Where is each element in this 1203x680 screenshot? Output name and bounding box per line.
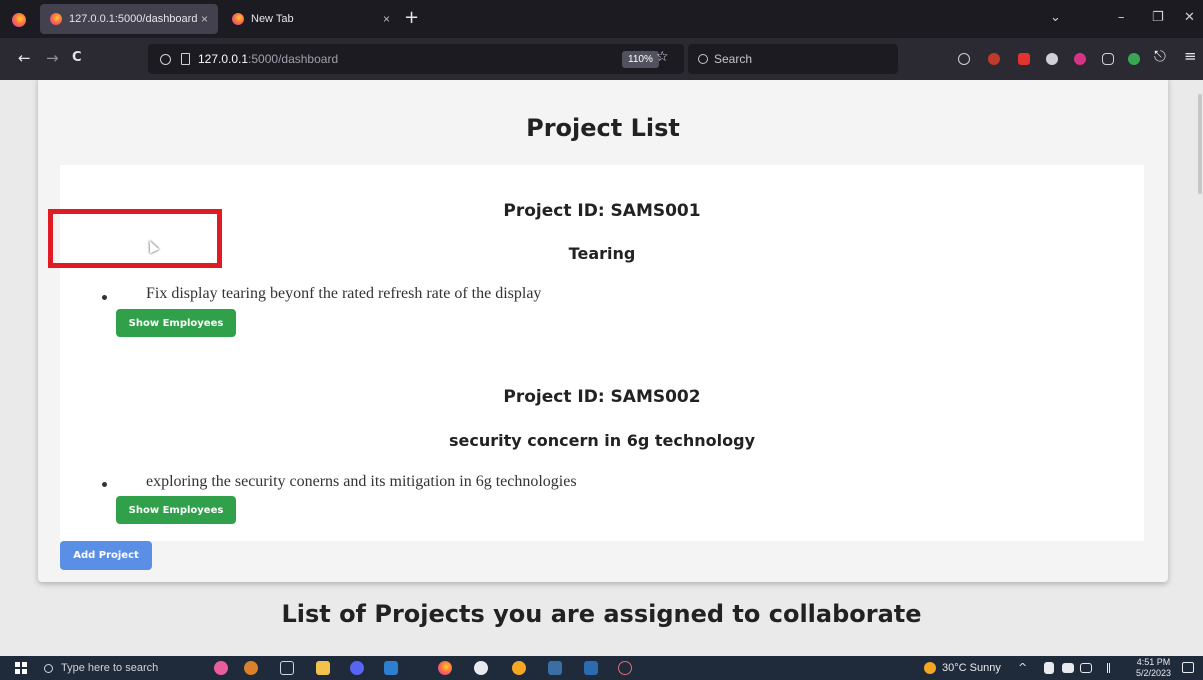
project-description: Fix display tearing beyonf the rated ref… — [146, 285, 542, 302]
discord-icon[interactable] — [350, 661, 364, 675]
menu-icon[interactable]: ≡ — [1184, 48, 1197, 64]
tab-title: 127.0.0.1:5000/dashboard — [69, 13, 198, 25]
collab-section-title: List of Projects you are assigned to col… — [281, 600, 922, 628]
extension-icon[interactable] — [1018, 53, 1030, 65]
back-button[interactable]: ← — [18, 50, 31, 66]
tab-close-icon[interactable]: × — [383, 12, 390, 26]
pocket-icon[interactable] — [958, 53, 970, 65]
page-info-icon[interactable] — [181, 53, 190, 65]
display-icon[interactable] — [1080, 663, 1092, 673]
chrome-icon[interactable] — [618, 661, 632, 675]
project-list-container: Project ID: SAMS001 Tearing Fix display … — [60, 165, 1144, 541]
highlight-box — [48, 209, 222, 268]
tray-expand-icon[interactable]: ^ — [1018, 661, 1027, 674]
browser-nav-bar: ← → C 127.0.0.1 :5000/dashboard 110% ☆ S… — [0, 38, 1203, 80]
app-icon[interactable] — [548, 661, 562, 675]
weather-text: 30°C Sunny — [942, 662, 1001, 674]
network-icon[interactable] — [1062, 663, 1074, 673]
ublock-icon[interactable] — [1074, 53, 1086, 65]
taskbar-search[interactable]: Type here to search — [44, 656, 204, 680]
weather-widget[interactable]: 30°C Sunny — [924, 656, 1001, 680]
powershell-icon[interactable] — [584, 661, 598, 675]
browser-tab-bar: 127.0.0.1:5000/dashboard × New Tab × + ⌄… — [0, 0, 1203, 38]
project-description: exploring the security conerns and its m… — [146, 473, 577, 490]
project-id: Project ID: SAMS001 — [503, 201, 701, 221]
scrollbar-thumb[interactable] — [1198, 94, 1202, 194]
task-view-icon[interactable] — [280, 661, 294, 675]
close-window-button[interactable]: ✕ — [1184, 10, 1195, 25]
flower-widget-icon[interactable] — [244, 661, 258, 675]
search-icon — [44, 663, 53, 673]
clock-time: 4:51 PM — [1136, 657, 1171, 667]
clock-date: 5/2/2023 — [1136, 668, 1172, 678]
search-bar[interactable]: Search — [688, 44, 898, 74]
minimize-button[interactable]: – — [1118, 10, 1125, 25]
project-name: Tearing — [568, 244, 636, 263]
forward-button[interactable]: → — [46, 50, 59, 66]
page-title: Project List — [526, 114, 680, 142]
address-bar[interactable]: 127.0.0.1 :5000/dashboard — [148, 44, 684, 74]
url-host: 127.0.0.1 — [198, 52, 249, 66]
page-scrollbar[interactable] — [1197, 80, 1203, 656]
list-all-tabs-icon[interactable]: ⌄ — [1050, 10, 1061, 25]
extension-icon[interactable] — [1046, 53, 1058, 65]
list-bullet — [102, 295, 107, 300]
project-list-card: Project List Project ID: SAMS001 Tearing… — [38, 80, 1168, 582]
flower-widget-icon[interactable] — [214, 661, 228, 675]
firefox-taskbar-icon[interactable] — [438, 661, 452, 675]
volume-icon[interactable] — [1098, 663, 1110, 673]
notification-icon[interactable] — [1182, 662, 1194, 673]
windows-taskbar: Type here to search 30°C Sunny ^ 4:51 PM… — [0, 656, 1203, 680]
show-employees-button[interactable]: Show Employees — [116, 496, 236, 524]
firefox-logo-icon — [12, 13, 26, 27]
tracking-shield-icon[interactable] — [160, 53, 171, 65]
app-icon[interactable] — [474, 661, 488, 675]
bookmark-star-icon[interactable]: ☆ — [656, 49, 669, 65]
app-icon[interactable] — [512, 661, 526, 675]
sun-icon — [924, 662, 936, 674]
tab-new-tab[interactable]: New Tab × — [222, 4, 400, 34]
search-placeholder: Search — [714, 52, 753, 66]
restore-button[interactable]: ❐ — [1152, 10, 1164, 25]
search-icon — [698, 54, 708, 64]
tab-close-icon[interactable]: × — [201, 12, 208, 26]
zoom-level-badge[interactable]: 110% — [622, 51, 659, 68]
tab-favicon-icon — [232, 13, 244, 25]
url-path: :5000/dashboard — [248, 52, 339, 66]
share-icon[interactable]: ⎋ — [1154, 48, 1166, 64]
tab-dashboard[interactable]: 127.0.0.1:5000/dashboard × — [40, 4, 218, 34]
project-name: security concern in 6g technology — [448, 431, 756, 450]
project-id: Project ID: SAMS002 — [503, 387, 701, 407]
extension-icon[interactable] — [1128, 53, 1140, 65]
page-viewport: Project List Project ID: SAMS001 Tearing… — [0, 80, 1203, 656]
extension-icon[interactable] — [1102, 53, 1114, 65]
tab-title: New Tab — [251, 13, 294, 25]
file-explorer-icon[interactable] — [316, 661, 330, 675]
taskbar-search-placeholder: Type here to search — [61, 662, 159, 674]
tray-app-icon[interactable] — [1044, 662, 1054, 674]
list-bullet — [102, 482, 107, 487]
add-project-button[interactable]: Add Project — [60, 541, 152, 570]
windows-start-icon[interactable] — [15, 662, 27, 674]
taskbar-clock[interactable]: 4:51 PM 5/2/2023 — [1136, 657, 1171, 679]
reload-button[interactable]: C — [72, 50, 82, 66]
extension-icon[interactable] — [988, 53, 1000, 65]
tab-favicon-icon — [50, 13, 62, 25]
new-tab-button[interactable]: + — [404, 8, 419, 28]
vscode-icon[interactable] — [384, 661, 398, 675]
show-employees-button[interactable]: Show Employees — [116, 309, 236, 337]
